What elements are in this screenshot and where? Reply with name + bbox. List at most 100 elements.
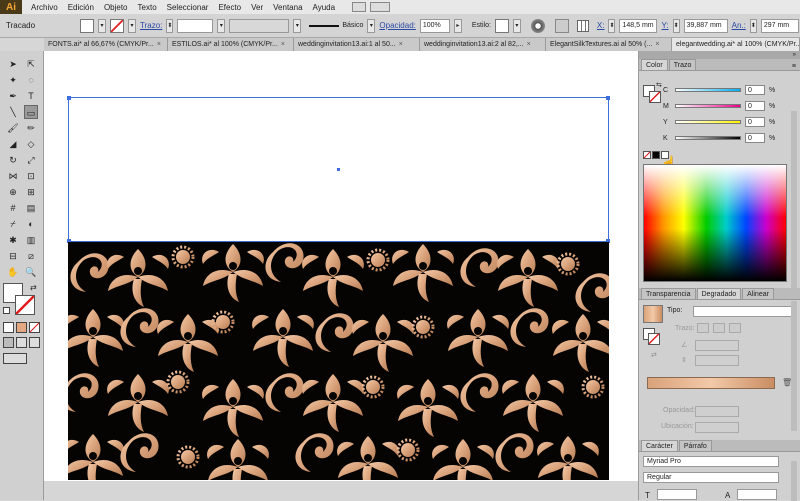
close-icon[interactable]: × [527, 38, 531, 51]
lasso-tool-icon[interactable]: ◌ [24, 73, 38, 87]
magic-wand-tool-icon[interactable]: ✦ [6, 73, 20, 87]
stroke-color-box[interactable] [15, 295, 35, 315]
draw-normal-icon[interactable] [3, 337, 14, 348]
tab-caracter[interactable]: Carácter [641, 440, 678, 451]
gradient-thumbnail[interactable] [643, 305, 663, 323]
selected-rectangle[interactable] [67, 96, 610, 243]
shape-builder-tool-icon[interactable]: ⊕ [6, 185, 20, 199]
slice-tool-icon[interactable]: ⧄ [24, 249, 38, 263]
stroke-weight-dropdown[interactable]: ▾ [217, 18, 226, 33]
symbol-sprayer-tool-icon[interactable]: ✱ [6, 233, 20, 247]
menu-objeto[interactable]: Objeto [99, 3, 133, 12]
bridge-icon[interactable] [352, 2, 367, 12]
gradient-mode-icon[interactable] [16, 322, 27, 333]
y-label[interactable]: Y: [661, 21, 668, 30]
leading-field[interactable] [737, 489, 777, 500]
menu-efecto[interactable]: Efecto [213, 3, 246, 12]
black-field[interactable]: 0 [745, 133, 765, 143]
tab-degradado[interactable]: Degradado [696, 288, 742, 299]
screen-mode-icon[interactable] [3, 353, 27, 364]
stroke-weight-stepper[interactable]: ⬍ [166, 18, 174, 33]
recolor-icon[interactable] [530, 18, 545, 33]
canvas[interactable] [44, 51, 638, 500]
close-icon[interactable]: × [655, 38, 659, 51]
tab-alinear[interactable]: Alinear [742, 288, 774, 299]
y-field[interactable]: 39,887 mm [683, 18, 728, 33]
damask-pattern-artwork[interactable] [68, 242, 609, 480]
gradient-opacity-field[interactable] [695, 406, 739, 417]
selection-tool-icon[interactable]: ➤ [6, 57, 20, 71]
perspective-grid-tool-icon[interactable]: ⊞ [24, 185, 38, 199]
none-mode-icon[interactable] [29, 322, 40, 333]
style-dropdown[interactable]: ▾ [512, 18, 521, 33]
magenta-field[interactable]: 0 [745, 101, 765, 111]
menu-ventana[interactable]: Ventana [268, 3, 307, 12]
stroke-weight-field[interactable] [177, 18, 214, 33]
width-tool-icon[interactable]: ⋈ [6, 169, 20, 183]
pencil-tool-icon[interactable]: ✏ [24, 121, 38, 135]
yellow-slider[interactable] [675, 120, 741, 124]
hand-tool-icon[interactable]: ✋ [6, 265, 20, 279]
blend-tool-icon[interactable]: ◐ [24, 217, 38, 231]
width-stepper[interactable]: ⬍ [749, 18, 757, 33]
menu-texto[interactable]: Texto [133, 3, 162, 12]
zoom-tool-icon[interactable]: 🔍 [24, 265, 38, 279]
gradient-stroke-swatch[interactable] [648, 333, 660, 345]
style-swatch[interactable] [494, 18, 509, 33]
eyedropper-tool-icon[interactable]: ⌿ [6, 217, 20, 231]
tab-elegantsilktextures[interactable]: ElegantSilkTextures.ai al 50% (... × [546, 38, 672, 51]
tab-fonts[interactable]: FONTS.ai* al 66,67% (CMYK/Pr... × [44, 38, 168, 51]
width-label[interactable]: An.: [732, 21, 746, 30]
menu-edicion[interactable]: Edición [63, 3, 99, 12]
menu-seleccionar[interactable]: Seleccionar [162, 3, 214, 12]
brush-definition[interactable]: Básico [309, 22, 363, 29]
tab-transparencia[interactable]: Transparencia [641, 288, 696, 299]
stroke-dropdown[interactable]: ▾ [128, 18, 136, 33]
x-field[interactable]: 148,5 mm [619, 18, 658, 33]
arrange-documents-icon[interactable] [370, 2, 391, 12]
selection-handle[interactable] [67, 96, 71, 100]
cyan-slider[interactable] [675, 88, 741, 92]
brush-dropdown[interactable]: ▾ [367, 18, 376, 33]
tab-weddinginvitation-2[interactable]: weddinginvitation13.ai:2 al 82,... × [420, 38, 546, 51]
collapse-panels-icon[interactable]: » [793, 52, 796, 58]
stroke-within-icon[interactable] [697, 323, 709, 333]
gradient-slider-bar[interactable] [647, 377, 775, 389]
tab-color[interactable]: Color [641, 59, 668, 70]
stroke-across-icon[interactable] [729, 323, 741, 333]
fill-dropdown[interactable]: ▾ [98, 18, 106, 33]
tab-estilos[interactable]: ESTILOS.ai* al 100% (CMYK/Pr... × [168, 38, 294, 51]
none-swatch[interactable] [643, 151, 651, 159]
tab-elegantwedding[interactable]: elegantwedding.ai* al 100% (CMYK/Pr...× [672, 38, 800, 51]
close-icon[interactable]: × [399, 38, 403, 51]
color-spectrum[interactable] [643, 164, 787, 282]
gradient-aspect-field[interactable] [695, 355, 739, 366]
opacity-field[interactable]: 100% [419, 18, 450, 33]
gradient-tool-icon[interactable]: ▤ [24, 201, 38, 215]
cyan-field[interactable]: 0 [745, 85, 765, 95]
align-icon[interactable] [554, 18, 569, 33]
menu-archivo[interactable]: Archivo [26, 3, 63, 12]
blob-brush-tool-icon[interactable]: ◢ [6, 137, 20, 151]
font-size-field[interactable] [657, 489, 697, 500]
gradient-angle-field[interactable] [695, 340, 739, 351]
default-colors-icon[interactable] [3, 307, 10, 314]
eraser-tool-icon[interactable]: ◇ [24, 137, 38, 151]
swap-icon[interactable]: ⇆ [656, 81, 662, 89]
scale-tool-icon[interactable]: ⤢ [24, 153, 38, 167]
column-graph-tool-icon[interactable]: ▥ [24, 233, 38, 247]
reverse-gradient-icon[interactable]: ⇄ [651, 351, 657, 359]
tab-trazo[interactable]: Trazo [668, 59, 697, 70]
color-mode-icon[interactable] [3, 322, 14, 333]
gradient-panel-scrollbar[interactable] [791, 301, 797, 431]
stroke-label[interactable]: Trazo: [140, 21, 162, 30]
direct-selection-tool-icon[interactable]: ⇱ [24, 57, 38, 71]
width-field[interactable]: 297 mm [760, 18, 799, 33]
variable-width-field[interactable] [229, 18, 290, 33]
black-swatch[interactable] [652, 151, 660, 159]
color-panel-scrollbar[interactable] [791, 111, 797, 291]
paintbrush-tool-icon[interactable]: 🖌 [6, 121, 20, 135]
draw-inside-icon[interactable] [29, 337, 40, 348]
tab-parrafo[interactable]: Párrafo [678, 440, 712, 451]
close-icon[interactable]: × [157, 38, 161, 51]
